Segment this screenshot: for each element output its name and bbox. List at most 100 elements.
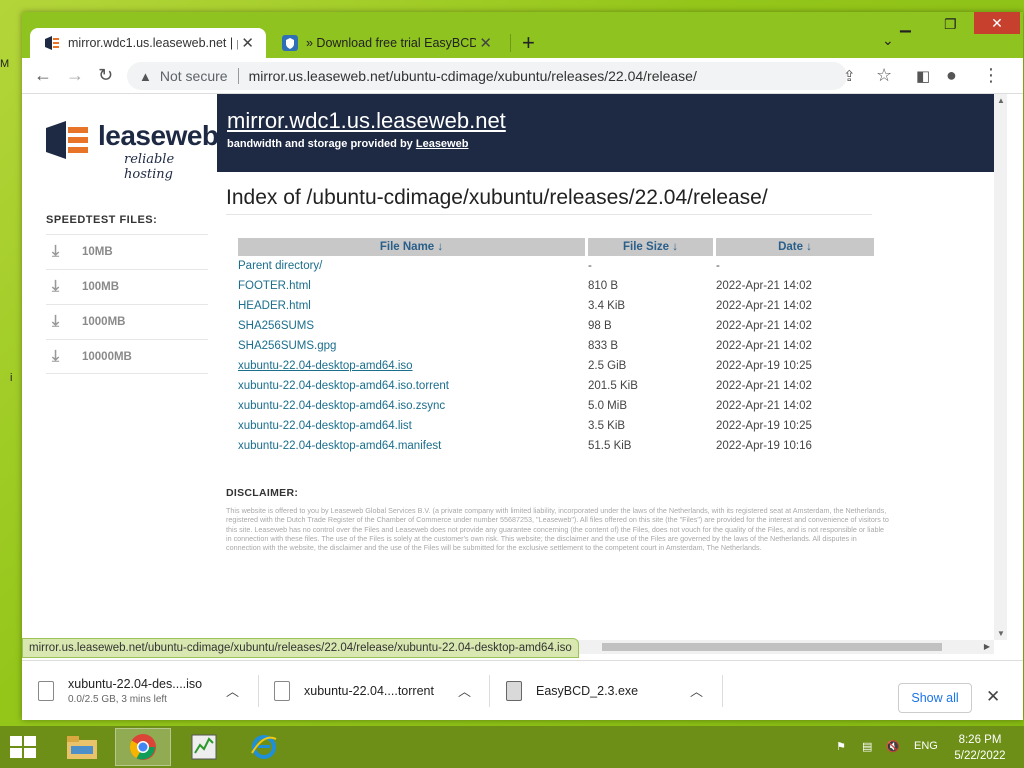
speedtest-label[interactable]: 1000MB — [82, 316, 125, 328]
menu-kebab-icon[interactable]: ⋮ — [982, 65, 1000, 86]
speedtest-label[interactable]: 100MB — [82, 281, 119, 293]
show-all-button[interactable]: Show all — [898, 683, 972, 713]
reload-icon[interactable]: ↻ — [98, 65, 113, 86]
chrome-icon[interactable] — [115, 728, 171, 766]
browser-window: mirror.wdc1.us.leaseweb.net | po ✕ » Dow… — [22, 12, 1023, 720]
warning-icon[interactable]: ▲ — [139, 69, 152, 84]
close-icon[interactable]: ✕ — [479, 34, 492, 52]
share-icon[interactable]: ⇪ — [843, 67, 856, 85]
file-link[interactable]: FOOTER.html — [238, 276, 588, 296]
download-item[interactable]: xubuntu-22.04....torrent ︿ — [274, 661, 474, 721]
shield-icon — [282, 35, 298, 51]
side-panel-icon[interactable]: ◧ — [916, 67, 930, 85]
new-tab-button[interactable]: + — [522, 30, 535, 56]
header-file-size[interactable]: File Size ↓ — [588, 238, 716, 256]
download-item[interactable]: xubuntu-22.04-des....iso 0.0/2.5 GB, 3 m… — [38, 661, 258, 721]
file-link[interactable]: xubuntu-22.04-desktop-amd64.iso.zsync — [238, 396, 588, 416]
file-date: 2022-Apr-21 14:02 — [716, 400, 812, 412]
minimize-button[interactable]: ▁ — [900, 16, 911, 33]
shelf-divider — [722, 675, 723, 707]
desktop-fragment: i — [10, 372, 13, 384]
tab-label: » Download free trial EasyBCD — [306, 36, 476, 50]
speedtest-label[interactable]: 10000MB — [82, 351, 132, 363]
leaseweb-link[interactable]: Leaseweb — [416, 138, 469, 150]
table-row: xubuntu-22.04-desktop-amd64.manifest 51.5… — [238, 436, 874, 456]
table-row: FOOTER.html 810 B 2022-Apr-21 14:02 — [238, 276, 874, 296]
network-icon[interactable]: ▤ — [862, 740, 872, 753]
speedtest-item[interactable]: ⤓ 100MB — [46, 269, 208, 304]
chevron-up-icon[interactable]: ︿ — [458, 681, 471, 700]
banner-sub-prefix: bandwidth and storage provided by — [227, 138, 416, 150]
close-icon[interactable]: ✕ — [986, 687, 1000, 707]
download-name[interactable]: xubuntu-22.04-des....iso — [68, 677, 202, 691]
scroll-up-icon[interactable]: ▲ — [997, 96, 1005, 105]
taskbar: ⚑ ▤ 🔇 ENG 8:26 PM 5/22/2022 — [0, 726, 1024, 768]
scroll-down-icon[interactable]: ▼ — [997, 629, 1005, 638]
scrollbar-thumb[interactable] — [602, 643, 942, 651]
file-listing-table: File Name ↓ File Size ↓ Date ↓ Parent di… — [238, 238, 874, 456]
chevron-up-icon[interactable]: ︿ — [226, 681, 239, 700]
language-indicator[interactable]: ENG — [914, 740, 938, 752]
mirror-host-link[interactable]: mirror.wdc1.us.leaseweb.net — [227, 108, 506, 134]
scroll-right-icon[interactable]: ▶ — [984, 642, 990, 651]
url-text[interactable]: mirror.us.leaseweb.net/ubuntu-cdimage/xu… — [249, 68, 697, 84]
address-bar[interactable]: ▲ Not secure mirror.us.leaseweb.net/ubun… — [127, 62, 847, 90]
file-link[interactable]: xubuntu-22.04-desktop-amd64.manifest — [238, 436, 588, 456]
header-date[interactable]: Date ↓ — [716, 238, 874, 256]
table-row: xubuntu-22.04-desktop-amd64.iso 2.5 GiB 20… — [238, 356, 874, 376]
volume-muted-icon[interactable]: 🔇 — [886, 740, 900, 753]
action-center-flag-icon[interactable]: ⚑ — [836, 740, 846, 753]
title-divider — [226, 214, 872, 215]
download-shelf: xubuntu-22.04-des....iso 0.0/2.5 GB, 3 m… — [22, 660, 1023, 720]
profile-avatar-icon[interactable]: ● — [946, 65, 957, 86]
leaseweb-favicon-icon — [44, 35, 60, 51]
back-icon[interactable]: ← — [34, 65, 52, 86]
header-file-name[interactable]: File Name ↓ — [238, 238, 588, 256]
file-link[interactable]: Parent directory/ — [238, 256, 588, 276]
file-link[interactable]: xubuntu-22.04-desktop-amd64.list — [238, 416, 588, 436]
close-icon[interactable]: ✕ — [241, 34, 254, 52]
file-date: 2022-Apr-21 14:02 — [716, 300, 812, 312]
windows-start-icon[interactable] — [10, 736, 38, 760]
file-icon — [274, 681, 290, 701]
table-row: SHA256SUMS.gpg 833 B 2022-Apr-21 14:02 — [238, 336, 874, 356]
system-clock[interactable]: 8:26 PM 5/22/2022 — [942, 732, 1018, 764]
chevron-down-icon[interactable]: ⌄ — [882, 32, 894, 49]
file-link[interactable]: SHA256SUMS — [238, 316, 588, 336]
file-date: 2022-Apr-21 14:02 — [716, 380, 812, 392]
table-row: xubuntu-22.04-desktop-amd64.iso.zsync 5.0… — [238, 396, 874, 416]
bookmark-star-icon[interactable]: ☆ — [876, 65, 892, 86]
omnibox-divider — [237, 68, 239, 84]
file-link[interactable]: xubuntu-22.04-desktop-amd64.iso.torrent — [238, 376, 588, 396]
download-item[interactable]: EasyBCD_2.3.exe ︿ — [506, 661, 706, 721]
speedtest-item[interactable]: ⤓ 1000MB — [46, 304, 208, 339]
speedtest-label[interactable]: 10MB — [82, 246, 113, 258]
file-link[interactable]: xubuntu-22.04-desktop-amd64.iso — [238, 356, 588, 376]
file-explorer-icon[interactable] — [54, 728, 110, 766]
task-manager-icon[interactable] — [176, 728, 232, 766]
tab-easybcd[interactable]: » Download free trial EasyBCD ✕ — [268, 28, 504, 58]
internet-explorer-icon[interactable] — [236, 728, 292, 766]
vertical-scrollbar[interactable]: ▲ ▼ — [994, 94, 1007, 640]
download-progress: 0.0/2.5 GB, 3 mins left — [68, 694, 167, 705]
table-row: Parent directory/- - — [238, 256, 874, 276]
file-link[interactable]: SHA256SUMS.gpg — [238, 336, 588, 356]
window-close-button[interactable]: ✕ — [974, 12, 1020, 34]
speedtest-list: ⤓ 10MB ⤓ 100MB ⤓ 1000MB ⤓ 10000MB — [46, 234, 208, 374]
file-date: - — [716, 260, 720, 272]
download-name[interactable]: EasyBCD_2.3.exe — [536, 684, 638, 698]
security-label[interactable]: Not secure — [160, 68, 228, 84]
download-name[interactable]: xubuntu-22.04....torrent — [304, 684, 434, 698]
file-icon — [38, 681, 54, 701]
browser-toolbar: ← → ↻ ▲ Not secure mirror.us.leaseweb.ne… — [22, 58, 1023, 94]
file-link[interactable]: HEADER.html — [238, 296, 588, 316]
tab-leaseweb[interactable]: mirror.wdc1.us.leaseweb.net | po ✕ — [30, 28, 266, 58]
chevron-up-icon[interactable]: ︿ — [690, 681, 703, 700]
maximize-button[interactable]: ❐ — [944, 16, 957, 33]
speedtest-item[interactable]: ⤓ 10000MB — [46, 339, 208, 374]
speedtest-item[interactable]: ⤓ 10MB — [46, 234, 208, 269]
forward-icon[interactable]: → — [66, 65, 84, 86]
status-bubble: mirror.us.leaseweb.net/ubuntu-cdimage/xu… — [22, 638, 579, 658]
leaseweb-logo[interactable]: leaseweb reliable hosting — [44, 120, 219, 182]
file-size: - — [588, 260, 592, 272]
